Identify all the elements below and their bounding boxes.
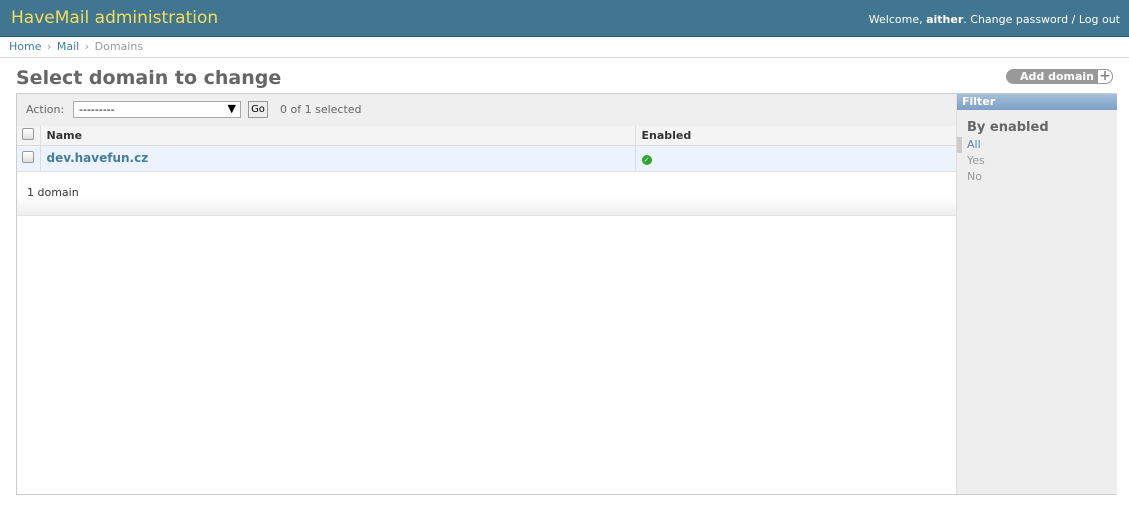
filter-options: All Yes No <box>957 137 1117 185</box>
breadcrumb-separator: › <box>84 40 90 53</box>
table-header-row: Name Enabled <box>17 126 956 146</box>
filter-option-all: All <box>957 137 1117 153</box>
changelist: Action: --------- ▼ Go 0 of 1 selected N… <box>16 93 1117 495</box>
filter-link-no[interactable]: No <box>967 170 982 183</box>
action-counter: 0 of 1 selected <box>280 103 362 116</box>
filter-link-all[interactable]: All <box>967 138 981 151</box>
action-label: Action: <box>26 103 65 116</box>
row-checkbox[interactable] <box>22 150 34 163</box>
breadcrumb-current: Domains <box>94 40 144 53</box>
select-all-checkbox[interactable] <box>22 127 34 140</box>
row-enabled-cell: ✓ <box>635 145 956 172</box>
add-domain-button[interactable]: Add domain + <box>1006 69 1113 84</box>
breadcrumb: Home › Mail › Domains <box>0 37 1129 58</box>
filter-link-yes[interactable]: Yes <box>967 154 985 167</box>
user-tools-separator: / <box>1071 13 1076 26</box>
action-select[interactable]: --------- ▼ <box>73 101 241 118</box>
domain-link[interactable]: dev.havefun.cz <box>47 151 149 165</box>
username: aither <box>926 13 964 26</box>
table-row: dev.havefun.cz ✓ <box>17 145 956 172</box>
row-name-cell: dev.havefun.cz <box>40 145 636 172</box>
dropdown-arrow-icon: ▼ <box>227 102 236 115</box>
paginator: 1 domain <box>17 172 956 216</box>
page-title: Select domain to change <box>16 67 282 89</box>
add-icon: + <box>1097 69 1113 84</box>
row-select-cell <box>17 145 41 172</box>
site-brand[interactable]: HaveMail administration <box>11 8 218 28</box>
enabled-yes-icon: ✓ <box>641 154 652 165</box>
user-tools: Welcome, aither. Change password / Log o… <box>868 13 1120 26</box>
breadcrumb-mail[interactable]: Mail <box>57 40 79 53</box>
result-table: Name Enabled dev.havefun.cz ✓ <box>17 126 956 172</box>
select-all-header <box>17 126 41 146</box>
filter-option-yes: Yes <box>957 153 1117 169</box>
add-domain-label: Add domain <box>1020 70 1095 83</box>
action-select-value: --------- <box>79 103 115 116</box>
breadcrumb-separator: › <box>46 40 52 53</box>
logout-link[interactable]: Log out <box>1079 13 1120 26</box>
header-bar: HaveMail administration Welcome, aither.… <box>0 0 1129 37</box>
filter-panel: Filter By enabled All Yes No <box>956 94 1117 494</box>
filter-title: Filter <box>957 94 1117 110</box>
go-button[interactable]: Go <box>248 101 268 118</box>
actions-bar: Action: --------- ▼ Go 0 of 1 selected <box>17 94 956 127</box>
breadcrumb-home[interactable]: Home <box>9 40 41 53</box>
change-password-link[interactable]: Change password <box>970 13 1068 26</box>
column-header-enabled[interactable]: Enabled <box>635 126 956 146</box>
welcome-text: Welcome, <box>868 13 923 26</box>
column-header-name[interactable]: Name <box>40 126 636 146</box>
filter-option-no: No <box>957 169 1117 185</box>
filter-heading: By enabled <box>967 120 1049 135</box>
